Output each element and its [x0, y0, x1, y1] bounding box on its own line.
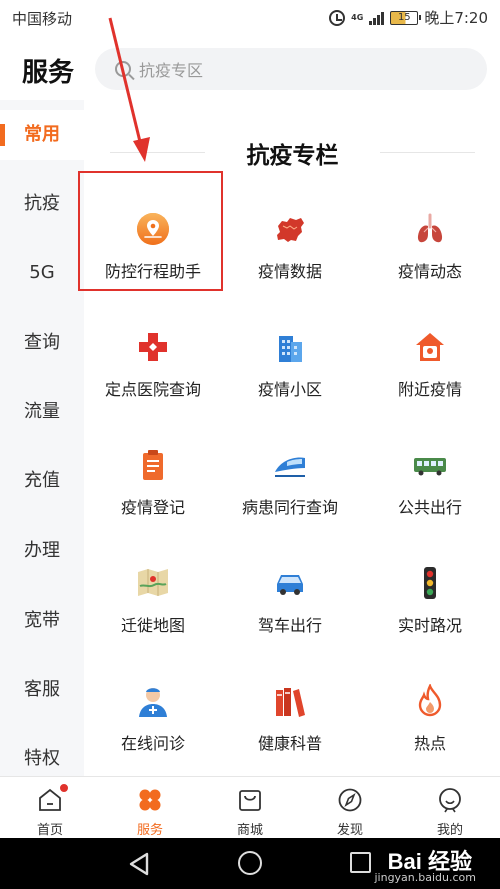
service-hot-topics[interactable]: 热点 — [360, 654, 500, 764]
sidebar-item-recharge[interactable]: 充值 — [0, 456, 84, 506]
flame-icon — [418, 684, 442, 717]
service-label: 热点 — [413, 734, 446, 753]
service-label: 附近疫情 — [397, 380, 462, 399]
shopping-bag-icon — [239, 790, 261, 811]
clover-icon — [139, 789, 161, 811]
sidebar-item-data[interactable]: 流量 — [0, 387, 84, 437]
service-label: 在线问诊 — [120, 734, 185, 753]
sidebar-item-broadband[interactable]: 宽带 — [0, 596, 84, 646]
tab-label: 发现 — [336, 823, 363, 838]
sidebar-item-handle[interactable]: 办理 — [0, 526, 84, 576]
tab-mall[interactable]: 商城 — [200, 777, 300, 839]
notification-badge — [59, 783, 69, 793]
clipboard-icon — [143, 450, 163, 480]
service-health-education[interactable]: 健康科普 — [220, 654, 360, 764]
bottom-tab-bar: 首页 服务 商城 发现 我的 — [0, 776, 500, 838]
service-label: 定点医院查询 — [104, 380, 201, 399]
signal-icon — [369, 11, 385, 25]
sidebar-item-anti-epidemic[interactable]: 抗疫 — [0, 179, 84, 229]
status-bar: 中国移动 4G 15 晚上7:20 — [0, 0, 500, 36]
search-icon — [115, 61, 131, 77]
sidebar-item-query[interactable]: 查询 — [0, 318, 84, 368]
divider — [380, 152, 475, 153]
traffic-light-icon — [424, 567, 436, 599]
compass-icon — [338, 788, 362, 812]
service-online-consultation[interactable]: 在线问诊 — [83, 654, 223, 764]
service-label: 疫情数据 — [257, 262, 322, 281]
smile-icon — [439, 788, 461, 813]
sidebar-item-common[interactable]: 常用 — [0, 110, 84, 160]
service-label: 病患同行查询 — [241, 498, 338, 517]
section-header: 抗疫专栏 — [110, 136, 475, 169]
tab-label: 我的 — [436, 823, 463, 838]
service-public-transit[interactable]: 公共出行 — [360, 418, 500, 528]
service-label: 健康科普 — [257, 734, 322, 753]
service-label: 公共出行 — [397, 498, 462, 517]
tab-mine[interactable]: 我的 — [400, 777, 500, 839]
sidebar-item-customer-service[interactable]: 客服 — [0, 665, 84, 715]
service-nearby-epidemic[interactable]: 附近疫情 — [360, 300, 500, 410]
alarm-icon — [329, 9, 346, 26]
home-circle-icon[interactable] — [238, 851, 262, 875]
watermark-url: jingyan.baidu.com — [374, 871, 476, 884]
home-alert-icon — [416, 333, 444, 361]
service-hospital-query[interactable]: 定点医院查询 — [83, 300, 223, 410]
sidebar-item-5g[interactable]: 5G — [0, 248, 84, 298]
train-icon — [275, 457, 305, 477]
section-title: 抗疫专栏 — [246, 143, 339, 169]
system-nav-bar: Bai 经验 jingyan.baidu.com — [0, 838, 500, 889]
status-indicators: 4G 15 晚上7:20 — [329, 7, 488, 28]
tab-label: 商城 — [236, 823, 263, 838]
clock: 晚上7:20 — [424, 9, 488, 27]
service-live-traffic[interactable]: 实时路况 — [360, 536, 500, 646]
china-map-icon — [277, 218, 304, 242]
page-title: 服务 — [22, 58, 75, 88]
service-epidemic-registration[interactable]: 疫情登记 — [83, 418, 223, 528]
bus-icon — [414, 458, 446, 476]
tab-discover[interactable]: 发现 — [300, 777, 400, 839]
doctor-icon — [139, 688, 167, 717]
service-epidemic-news[interactable]: 疫情动态 — [360, 182, 500, 292]
highlight-box — [78, 171, 223, 291]
network-type: 4G — [351, 12, 364, 22]
hospital-cross-icon — [139, 333, 167, 361]
service-label: 实时路况 — [397, 616, 462, 635]
building-icon — [279, 336, 302, 362]
tab-label: 服务 — [136, 823, 163, 838]
carrier-name: 中国移动 — [12, 10, 73, 28]
lungs-icon — [417, 213, 443, 243]
service-label: 疫情小区 — [257, 380, 322, 399]
tab-label: 首页 — [36, 823, 63, 838]
battery-icon: 15 — [390, 10, 422, 25]
service-label: 疫情动态 — [397, 262, 462, 281]
car-icon — [277, 575, 303, 595]
category-sidebar: 常用 抗疫 5G 查询 流量 充值 办理 宽带 客服 特权 — [0, 100, 84, 776]
folded-map-icon — [138, 569, 168, 596]
tab-home[interactable]: 首页 — [0, 777, 100, 839]
books-icon — [276, 688, 305, 717]
service-driving[interactable]: 驾车出行 — [220, 536, 360, 646]
search-placeholder: 抗疫专区 — [139, 61, 204, 80]
tab-services[interactable]: 服务 — [100, 777, 200, 839]
service-epidemic-community[interactable]: 疫情小区 — [220, 300, 360, 410]
search-bar[interactable]: 抗疫专区 — [95, 48, 487, 90]
back-icon[interactable] — [128, 852, 150, 876]
service-label: 驾车出行 — [257, 616, 322, 635]
recents-icon[interactable] — [350, 852, 371, 873]
service-migration-map[interactable]: 迁徙地图 — [83, 536, 223, 646]
service-patient-companion-query[interactable]: 病患同行查询 — [220, 418, 360, 528]
service-label: 迁徙地图 — [120, 616, 185, 635]
service-label: 疫情登记 — [120, 498, 185, 517]
service-epidemic-data[interactable]: 疫情数据 — [220, 182, 360, 292]
